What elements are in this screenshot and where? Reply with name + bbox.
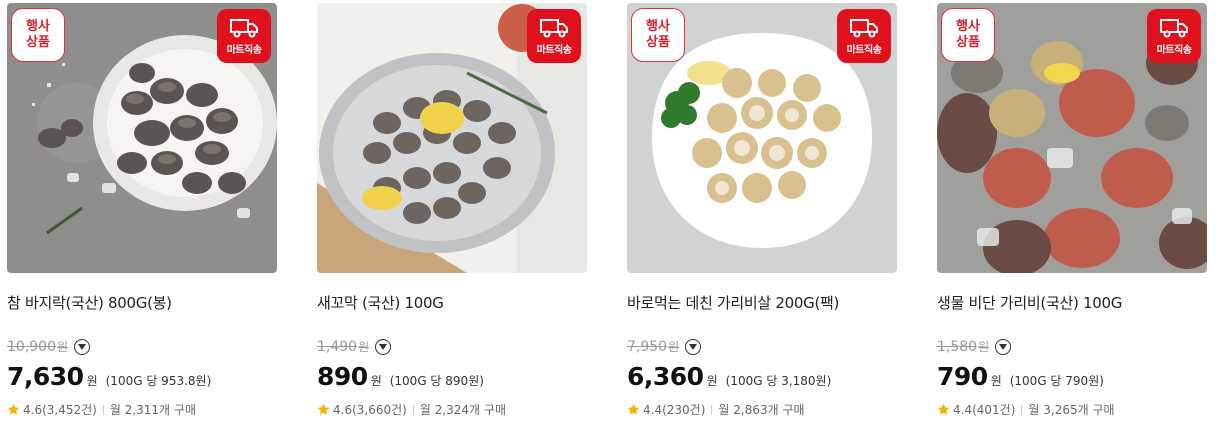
product-meta: 4.6(3,452건) 월 2,311개 구매 xyxy=(7,401,196,418)
original-price: 10,900 원 xyxy=(7,338,91,355)
mart-delivery-badge: 마트직송 xyxy=(837,9,891,63)
event-badge-line2: 상품 xyxy=(956,35,980,50)
truck-icon xyxy=(1160,19,1188,38)
monthly-sales: 월 2,311개 구매 xyxy=(109,403,196,417)
original-price: 1,490 원 xyxy=(317,338,392,355)
original-price: 7,950 원 xyxy=(627,338,702,355)
event-badge-line2: 상품 xyxy=(646,35,670,50)
original-price-value: 10,900 xyxy=(7,338,56,355)
mart-delivery-badge: 마트직송 xyxy=(1147,9,1201,63)
meta-divider xyxy=(1021,404,1023,415)
sale-price-unit: 원 xyxy=(990,374,1002,388)
product-name[interactable]: 참 바지락(국산) 800G(봉) xyxy=(7,292,172,313)
rating: 4.6(3,660건) xyxy=(333,403,407,417)
star-icon xyxy=(937,403,950,415)
product-card[interactable]: 마트직송 새꼬막 (국산) 100G 1,490 원 890 원 (100G 당… xyxy=(317,0,587,432)
unit-price: (100G 당 890원) xyxy=(389,374,484,388)
event-badge: 행사 상품 xyxy=(631,8,685,62)
rating: 4.4(230건) xyxy=(643,403,706,417)
product-name[interactable]: 생물 비단 가리비(국산) 100G xyxy=(937,292,1122,313)
meta-divider xyxy=(711,404,713,415)
event-badge-line1: 행사 xyxy=(26,19,50,34)
monthly-sales: 월 2,863개 구매 xyxy=(718,403,805,417)
event-badge: 행사 상품 xyxy=(11,8,65,62)
rating: 4.4(401건) xyxy=(953,403,1016,417)
truck-icon xyxy=(540,19,568,38)
truck-icon xyxy=(230,19,258,38)
product-grid: 행사 상품 마트직송 참 바지락(국산) 800G(봉) 10,900 원 7,… xyxy=(0,0,1222,432)
star-icon xyxy=(7,403,20,415)
truck-icon xyxy=(850,19,878,38)
unit-price: (100G 당 3,180원) xyxy=(725,374,832,388)
sale-price-value: 890 xyxy=(317,362,368,391)
chevron-down-icon[interactable] xyxy=(375,338,392,355)
product-card[interactable]: 행사 상품 마트직송 바로먹는 데친 가리비살 200G(팩) 7,950 원 xyxy=(627,0,897,432)
sale-price-unit: 원 xyxy=(86,374,98,388)
product-meta: 4.6(3,660건) 월 2,324개 구매 xyxy=(317,401,506,418)
sale-price: 6,360 원 (100G 당 3,180원) xyxy=(627,362,831,391)
original-price: 1,580 원 xyxy=(937,338,1012,355)
monthly-sales: 월 3,265개 구매 xyxy=(1028,403,1115,417)
original-price-unit: 원 xyxy=(978,340,990,354)
sale-price-value: 6,360 xyxy=(627,362,704,391)
mart-delivery-badge: 마트직송 xyxy=(527,9,581,63)
product-image[interactable]: 마트직송 xyxy=(317,3,587,273)
star-icon xyxy=(627,403,640,415)
rating: 4.6(3,452건) xyxy=(23,403,97,417)
event-badge-line1: 행사 xyxy=(956,19,980,34)
product-name[interactable]: 바로먹는 데친 가리비살 200G(팩) xyxy=(627,292,839,313)
original-price-unit: 원 xyxy=(57,340,69,354)
event-badge-line2: 상품 xyxy=(26,35,50,50)
unit-price: (100G 당 790원) xyxy=(1009,374,1104,388)
original-price-unit: 원 xyxy=(668,340,680,354)
product-image[interactable]: 행사 상품 마트직송 xyxy=(627,3,897,273)
meta-divider xyxy=(412,404,414,415)
mart-delivery-label: 마트직송 xyxy=(1156,45,1192,56)
mart-delivery-label: 마트직송 xyxy=(846,45,882,56)
sale-price: 790 원 (100G 당 790원) xyxy=(937,362,1104,391)
product-meta: 4.4(401건) 월 3,265개 구매 xyxy=(937,401,1115,418)
product-image[interactable]: 행사 상품 마트직송 xyxy=(7,3,277,273)
product-card[interactable]: 행사 상품 마트직송 참 바지락(국산) 800G(봉) 10,900 원 7,… xyxy=(7,0,277,432)
sale-price-value: 790 xyxy=(937,362,988,391)
chevron-down-icon[interactable] xyxy=(995,338,1012,355)
original-price-unit: 원 xyxy=(358,340,370,354)
product-image[interactable]: 행사 상품 마트직송 xyxy=(937,3,1207,273)
event-badge: 행사 상품 xyxy=(941,8,995,62)
product-card[interactable]: 행사 상품 마트직송 생물 비단 가리비(국산) 100G 1,580 원 79… xyxy=(937,0,1207,432)
monthly-sales: 월 2,324개 구매 xyxy=(419,403,506,417)
product-meta: 4.4(230건) 월 2,863개 구매 xyxy=(627,401,805,418)
mart-delivery-label: 마트직송 xyxy=(226,45,262,56)
event-badge-line1: 행사 xyxy=(646,19,670,34)
original-price-value: 1,490 xyxy=(317,338,358,355)
product-name[interactable]: 새꼬막 (국산) 100G xyxy=(317,292,444,313)
original-price-value: 7,950 xyxy=(627,338,668,355)
unit-price: (100G 당 953.8원) xyxy=(105,374,212,388)
mart-delivery-label: 마트직송 xyxy=(536,45,572,56)
sale-price-value: 7,630 xyxy=(7,362,84,391)
sale-price-unit: 원 xyxy=(370,374,382,388)
sale-price: 890 원 (100G 당 890원) xyxy=(317,362,484,391)
sale-price: 7,630 원 (100G 당 953.8원) xyxy=(7,362,211,391)
meta-divider xyxy=(102,404,104,415)
sale-price-unit: 원 xyxy=(706,374,718,388)
chevron-down-icon[interactable] xyxy=(74,338,91,355)
star-icon xyxy=(317,403,330,415)
chevron-down-icon[interactable] xyxy=(685,338,702,355)
original-price-value: 1,580 xyxy=(937,338,978,355)
mart-delivery-badge: 마트직송 xyxy=(217,9,271,63)
